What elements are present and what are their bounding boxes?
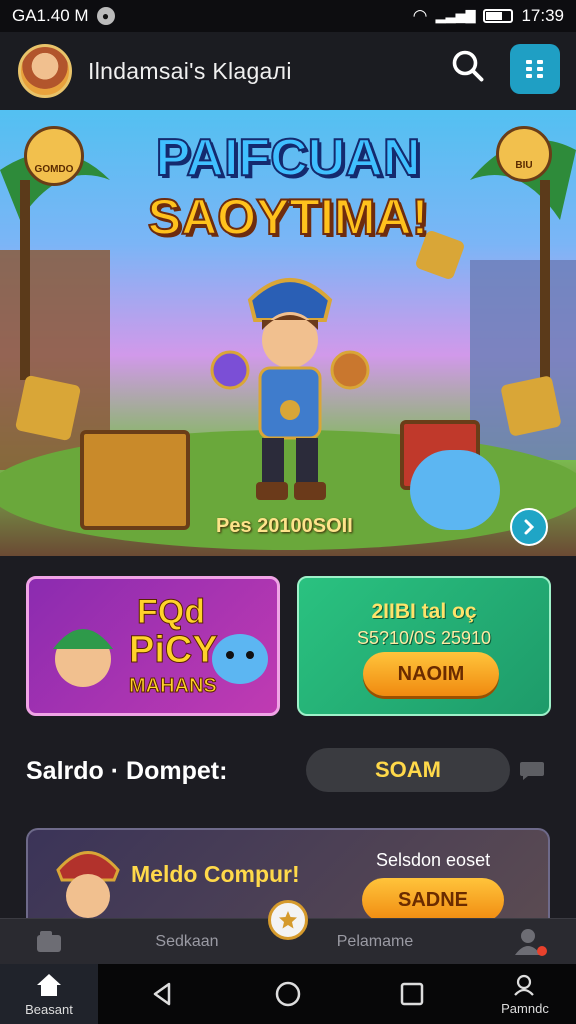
banner-next-button[interactable] [510,508,548,546]
nav-item-profile[interactable] [505,919,555,965]
user-avatar[interactable] [18,44,72,98]
promo-card-right[interactable]: 2IIBI tal oç S5?10/0S 25910 NAOIM [297,576,551,716]
search-button[interactable] [450,48,494,92]
system-nav-bar: Beasant Pamndc [0,964,576,1024]
hero-character-illustration [210,278,370,500]
banner-badge-left[interactable]: GOMDO [24,126,84,186]
wifi-icon: ◠ [412,6,428,25]
search-icon [452,50,484,82]
promo-right-button[interactable]: NAOIM [363,652,499,696]
status-bar: GA1.40 M ● ◠ ▂▃▅▇ 17:39 [0,0,576,32]
clock-label: 17:39 [521,6,564,25]
home-icon [37,973,61,996]
tab-home-label: Beasant [25,1001,73,1017]
banner-title-line1: PAIFCUAN [155,128,422,188]
user-icon [515,929,547,956]
wallet-card-title: Meldo Compur! [131,861,300,887]
wallet-balance-label: Salrdo · Dompet: [26,757,228,785]
tab-profile[interactable]: Pamndc [490,964,560,1024]
hero-banner[interactable]: PAIFCUAN SAOYTIMA! GOMDO BIU Pes 20100SO… [0,110,576,556]
center-action-button[interactable] [268,900,308,940]
promo-left-line3: MAHANS [129,675,218,698]
app-header: Ilndamsai's Klagaлi [0,32,576,110]
grid-menu-button[interactable] [510,44,560,94]
gem-cube-right [500,375,562,437]
star-icon [279,911,297,929]
nav-item-wallet[interactable] [24,919,74,965]
character-portrait-icon [56,851,120,918]
signal-icon: ▂▃▅▇ [435,8,476,23]
notification-icon: ● [96,7,115,25]
tab-home[interactable]: Beasant [0,964,98,1024]
blue-pet-creature [410,450,500,530]
nav-item-pelamame[interactable]: Pelamame [320,919,430,965]
nav-item-sedkaan[interactable]: Sedkaan [140,919,234,965]
wallet-icon [37,931,61,952]
recents-icon[interactable] [396,978,428,1010]
promo-right-subtitle: S5?10/0S 25910 [356,628,492,648]
page-title: Ilndamsai's Klagaлi [88,57,292,84]
banner-badge-right[interactable]: BIU [496,126,552,182]
wallet-balance-button[interactable]: SOAM [306,748,510,792]
carrier-label: GA1.40 M [12,6,89,25]
chat-icon[interactable] [518,758,546,782]
banner-caption: Pes 20100SOII [216,515,353,537]
grid-menu-icon [526,60,543,78]
wallet-card-button[interactable]: SADNE [362,878,504,922]
promo-left-line2: PiCY [129,629,219,672]
battery-icon [483,9,514,23]
banner-title-line2: SAOYTIMA! [147,188,430,246]
home-circle-icon[interactable] [272,978,304,1010]
tab-profile-label: Pamndc [501,1000,549,1016]
wallet-card-subtitle: Selsdon eoset [376,850,491,870]
promo-right-title: 2IIBI tal oç [371,600,477,623]
treasure-chest-left [80,430,190,530]
chevron-right-icon [524,519,535,535]
gem-cube-left [14,374,82,442]
back-icon[interactable] [147,978,179,1010]
promo-card-left[interactable]: FQd PiCY MAHANS [26,576,280,716]
promo-left-line1: FQd [137,593,206,632]
profile-search-icon [514,974,534,996]
character-avatar-icon [53,629,113,687]
